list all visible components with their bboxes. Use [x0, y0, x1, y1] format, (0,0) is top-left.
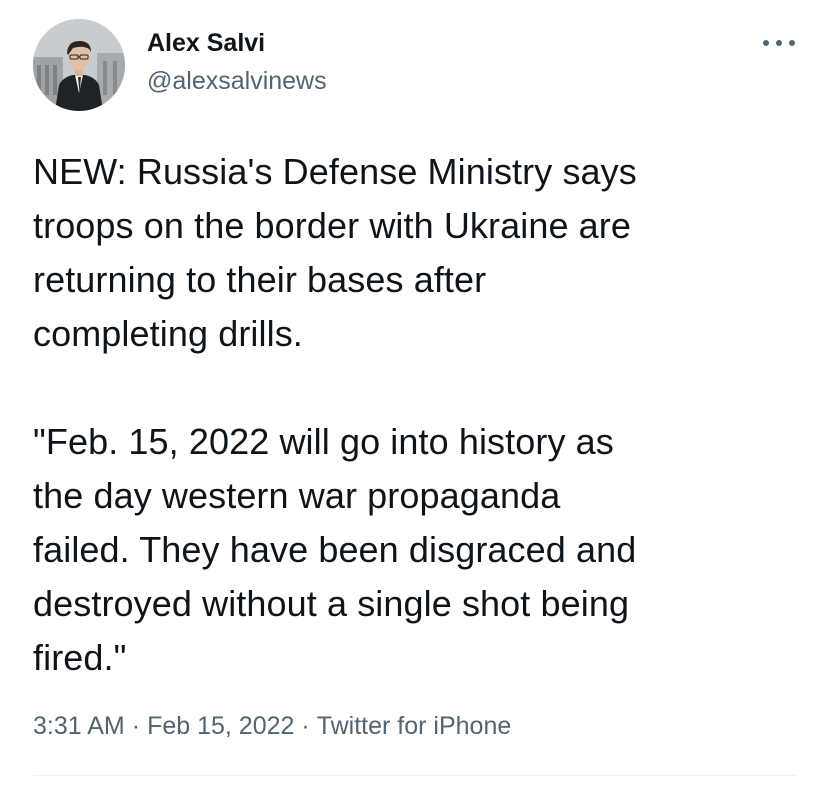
tweet-time[interactable]: 3:31 AM	[33, 712, 125, 740]
more-horizontal-icon	[763, 40, 795, 46]
tweet-text-line: the day western war propaganda	[33, 475, 561, 516]
tweet-text-line: returning to their bases after	[33, 259, 487, 300]
user-handle[interactable]: @alexsalvinews	[147, 66, 327, 96]
tweet-source[interactable]: Twitter for iPhone	[317, 712, 512, 740]
tweet-text-line: destroyed without a single shot being	[33, 583, 630, 624]
meta-separator: ·	[131, 712, 141, 740]
tweet-text-line: troops on the border with Ukraine are	[33, 205, 632, 246]
more-button[interactable]	[754, 28, 804, 58]
tweet-text-line: NEW: Russia's Defense Ministry says	[33, 151, 637, 192]
tweet-text: NEW: Russia's Defense Ministry says troo…	[33, 145, 803, 685]
tweet-text-line: failed. They have been disgraced and	[33, 529, 637, 570]
tweet-text-line: "Feb. 15, 2022 will go into history as	[33, 421, 614, 462]
profile-photo-icon	[33, 19, 125, 111]
tweet-text-line: fired."	[33, 637, 127, 678]
tweet-card: Alex Salvi @alexsalvinews NEW: Russia's …	[0, 0, 828, 794]
tweet-meta: 3:31 AM · Feb 15, 2022 · Twitter for iPhone	[33, 710, 511, 742]
tweet-date[interactable]: Feb 15, 2022	[147, 712, 294, 740]
divider	[33, 775, 796, 776]
tweet-text-line: completing drills.	[33, 313, 303, 354]
user-display-name[interactable]: Alex Salvi	[147, 28, 265, 58]
avatar[interactable]	[33, 19, 125, 111]
meta-separator: ·	[301, 712, 310, 740]
